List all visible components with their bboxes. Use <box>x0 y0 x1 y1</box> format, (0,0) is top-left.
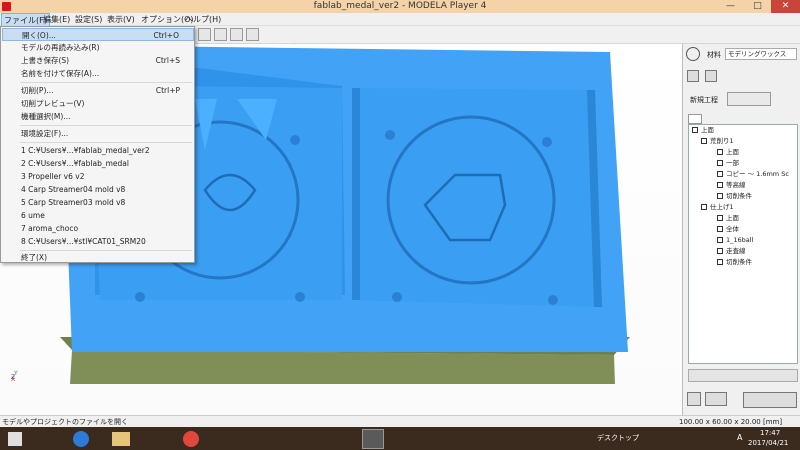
process-tree: 上面 荒削り1 上面 一部 コピー ～ 1.6mm Sc 等高線 切削条件 仕上… <box>688 124 798 364</box>
close-button[interactable]: ✕ <box>771 0 800 13</box>
process-panel: 材料 モデリングワックス 新規工程 上面 荒削り1 上面 一部 コピー ～ 1.… <box>682 44 800 415</box>
ie-icon[interactable] <box>73 431 89 447</box>
menu-item-save-as[interactable]: 名前を付けて保存(A)... <box>2 67 194 80</box>
cut-button[interactable] <box>687 392 701 406</box>
tree-item[interactable]: 全体 <box>717 225 739 234</box>
tree-item[interactable]: 走査線 <box>717 247 746 256</box>
menu-item-recent-4[interactable]: 4 Carp Streamer04 mold v8 <box>2 183 194 196</box>
tree-item[interactable]: 1_16ball <box>717 236 753 245</box>
menu-item-recent-3[interactable]: 3 Propeller v6 v2 <box>2 170 194 183</box>
menu-item-exit[interactable]: 終了(X) <box>2 251 194 264</box>
save-process-button[interactable] <box>705 70 717 82</box>
ime-indicator[interactable]: A <box>737 433 742 442</box>
explorer-icon[interactable] <box>112 432 130 446</box>
tree-item[interactable]: 上面 <box>717 148 739 157</box>
tree-tab[interactable] <box>688 114 702 124</box>
menu-bar: ファイル(F) 編集(E) 設定(S) 表示(V) オプション(O) ヘルプ(H… <box>0 13 800 28</box>
menu-item-preferences[interactable]: 環境設定(F)... <box>2 127 194 140</box>
tree-item[interactable]: 一部 <box>717 159 739 168</box>
preview-button[interactable] <box>705 392 727 406</box>
menu-item-save[interactable]: 上書き保存(S) Ctrl+S <box>2 54 194 67</box>
taskbar: デスクトップ A 17:47 2017/04/21 <box>0 427 800 450</box>
minimize-button[interactable]: — <box>717 0 744 13</box>
menu-help[interactable]: ヘルプ(H) <box>183 13 223 26</box>
menu-item-cut-preview[interactable]: 切削プレビュー(V) <box>2 97 194 110</box>
window-title: fablab_medal_ver2 - MODELA Player 4 <box>313 1 487 11</box>
separator <box>20 125 192 126</box>
process-edit-button[interactable] <box>687 70 699 82</box>
menu-item-recent-8[interactable]: 8 C:¥Users¥...¥stl¥CAT01_SRM20 <box>2 235 194 248</box>
menu-view[interactable]: 表示(V) <box>105 13 137 26</box>
separator <box>20 82 192 83</box>
menu-item-cut[interactable]: 切削(P)... Ctrl+P <box>2 84 194 97</box>
menu-item-recent-7[interactable]: 7 aroma_choco <box>2 222 194 235</box>
menu-settings[interactable]: 設定(S) <box>73 13 104 26</box>
tree-item[interactable]: 切削条件 <box>717 258 752 267</box>
start-button[interactable] <box>8 432 22 446</box>
material-select[interactable]: モデリングワックス <box>725 48 797 60</box>
tree-item-root[interactable]: 上面 <box>692 126 714 135</box>
clock-date[interactable]: 2017/04/21 <box>748 439 788 447</box>
menu-item-machine[interactable]: 機種選択(M)... <box>2 110 194 123</box>
view-iso-button[interactable] <box>214 28 227 41</box>
start-cutting-button[interactable] <box>743 392 797 408</box>
menu-item-recent-6[interactable]: 6 ume <box>2 209 194 222</box>
separator <box>20 142 192 143</box>
tree-item[interactable]: コピー ～ 1.6mm Sc <box>717 170 789 179</box>
new-process-button[interactable] <box>727 92 771 106</box>
tree-item-rough[interactable]: 荒削り1 <box>701 137 734 146</box>
tree-item-finish[interactable]: 仕上げ1 <box>701 203 734 212</box>
maximize-button[interactable]: □ <box>744 0 771 13</box>
axis-z-label: Z <box>11 374 16 381</box>
material-label: 材料 <box>707 51 721 59</box>
title-bar: fablab_medal_ver2 - MODELA Player 4 — □ … <box>0 0 800 13</box>
menu-item-reload[interactable]: モデルの再読み込み(R) <box>2 41 194 54</box>
material-icon[interactable] <box>686 47 700 61</box>
desktop-label[interactable]: デスクトップ <box>597 433 639 443</box>
view-side-button[interactable] <box>230 28 243 41</box>
tree-item[interactable]: 切削条件 <box>717 192 752 201</box>
chrome-icon[interactable] <box>183 431 199 447</box>
menu-item-open[interactable]: 開く(O)... Ctrl+O <box>2 28 194 41</box>
view-front-button[interactable] <box>198 28 211 41</box>
new-process-label: 新規工程 <box>690 96 718 104</box>
file-menu: 開く(O)... Ctrl+O モデルの再読み込み(R) 上書き保存(S) Ctrl… <box>0 26 195 263</box>
menu-item-recent-2[interactable]: 2 C:¥Users¥...¥fablab_medal <box>2 157 194 170</box>
clock-time[interactable]: 17:47 <box>760 429 780 437</box>
menu-edit[interactable]: 編集(E) <box>41 13 72 26</box>
modela-player-task[interactable] <box>362 429 384 449</box>
menu-item-recent-1[interactable]: 1 C:¥Users¥...¥fablab_medal_ver2 <box>2 144 194 157</box>
view-grid-button[interactable] <box>246 28 259 41</box>
tree-item[interactable]: 上面 <box>717 214 739 223</box>
status-bar: モデルやプロジェクトのファイルを開く 100.00 x 60.00 x 20.0… <box>0 415 800 427</box>
menu-item-recent-5[interactable]: 5 Carp Streamer03 mold v8 <box>2 196 194 209</box>
tree-item[interactable]: 等高線 <box>717 181 746 190</box>
tree-actions-bar[interactable] <box>688 369 798 382</box>
